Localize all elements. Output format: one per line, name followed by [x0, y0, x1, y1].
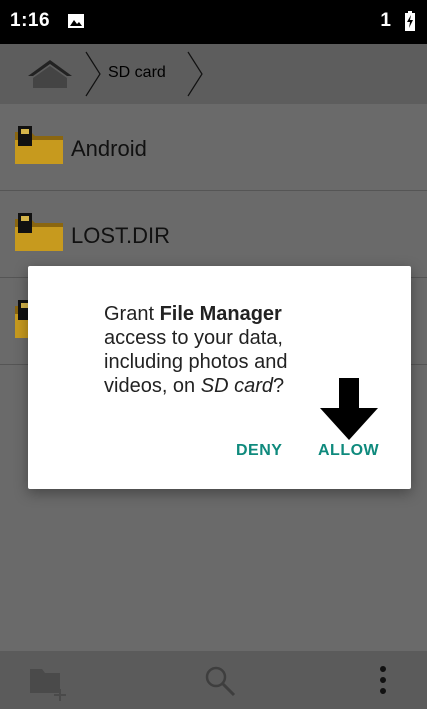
deny-button[interactable]: DENY — [236, 442, 282, 460]
battery-charging-icon — [405, 11, 415, 31]
file-name: Android — [71, 136, 147, 161]
file-name: LOST.DIR — [71, 223, 171, 248]
status-bar: 1:16 1 — [0, 0, 427, 44]
status-time: 1:16 — [10, 10, 51, 31]
breadcrumb: SD card — [0, 44, 427, 104]
dialog-message: Grant File Manager access to your data, … — [104, 303, 288, 397]
bottom-toolbar — [0, 651, 427, 709]
list-item[interactable]: LOST.DIR — [0, 191, 427, 278]
more-vert-icon[interactable] — [378, 665, 388, 695]
allow-button[interactable]: ALLOW — [318, 442, 379, 460]
storage-name: SD card — [200, 375, 273, 397]
permission-dialog: Grant File Manager access to your data, … — [28, 266, 411, 489]
status-notification-count: 1 — [380, 10, 391, 31]
folder-sd-icon — [15, 126, 63, 164]
list-item[interactable]: Android — [0, 104, 427, 191]
home-icon[interactable] — [20, 54, 80, 94]
breadcrumb-sd-card[interactable]: SD card — [108, 64, 166, 82]
folder-sd-icon — [15, 213, 63, 251]
image-notification-icon — [68, 14, 84, 28]
breadcrumb-separator-icon — [85, 51, 101, 97]
breadcrumb-separator-icon — [187, 51, 203, 97]
app-name: File Manager — [159, 303, 282, 325]
down-arrow-icon — [320, 378, 378, 440]
new-folder-icon[interactable] — [30, 665, 70, 701]
search-icon[interactable] — [202, 663, 238, 699]
